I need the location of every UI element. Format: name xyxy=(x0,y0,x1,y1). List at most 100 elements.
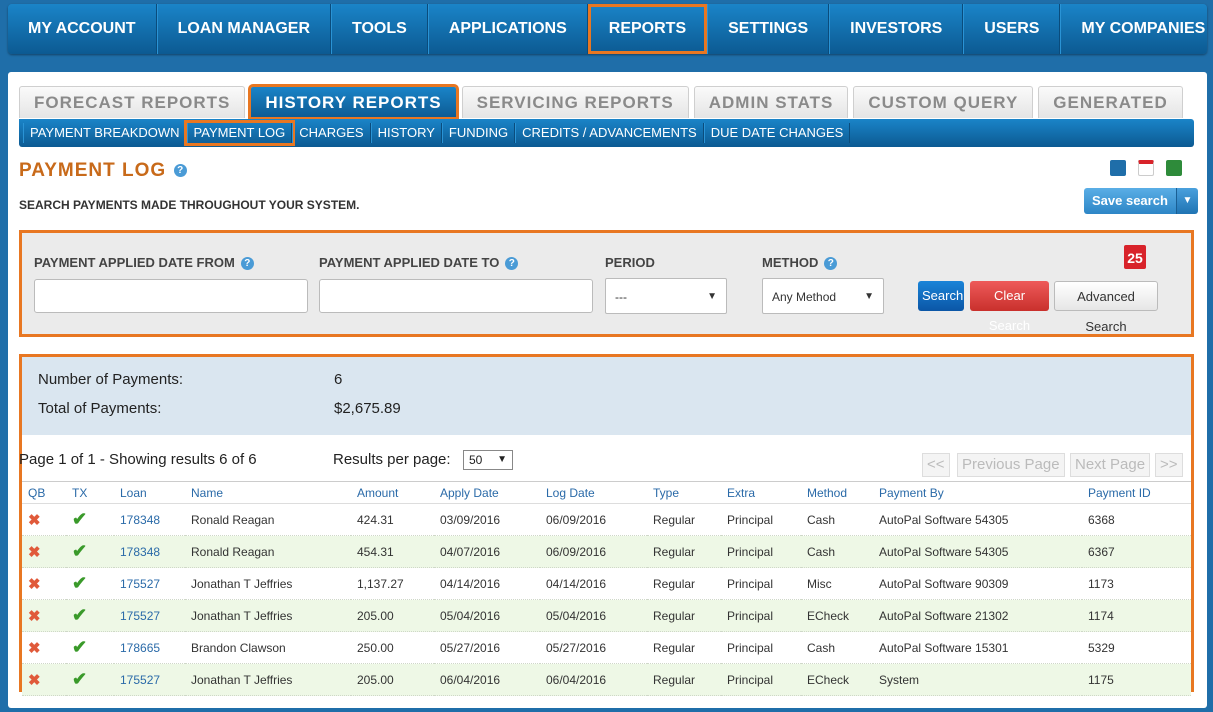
log-date-cell: 05/27/2016 xyxy=(540,631,647,664)
col-loan[interactable]: Loan xyxy=(114,481,185,504)
date-to-input[interactable] xyxy=(319,279,593,313)
apply-date-cell: 05/27/2016 xyxy=(434,631,540,664)
col-payment-id[interactable]: Payment ID xyxy=(1082,481,1191,504)
pdf-icon[interactable] xyxy=(1138,160,1154,176)
previous-page-button[interactable]: Previous Page xyxy=(957,453,1065,477)
x-icon[interactable]: ✖ xyxy=(28,576,41,593)
col-log-date[interactable]: Log Date xyxy=(540,481,647,504)
tx-status-cell: ✔ xyxy=(66,535,114,568)
tab-history-reports[interactable]: HISTORY REPORTS xyxy=(248,84,459,120)
top-nav: MY ACCOUNT LOAN MANAGER TOOLS APPLICATIO… xyxy=(8,4,1213,54)
table-header-row: QB TX Loan Name Amount Apply Date Log Da… xyxy=(22,481,1191,504)
export-tools xyxy=(1110,160,1182,176)
nav-investors[interactable]: INVESTORS xyxy=(829,4,964,54)
nav-settings[interactable]: SETTINGS xyxy=(707,4,830,54)
chevron-down-icon[interactable]: ▼ xyxy=(1175,188,1198,214)
results-summary: Number of Payments: 6 Total of Payments:… xyxy=(22,357,1191,435)
search-button[interactable]: Search xyxy=(918,281,964,311)
subnav-history[interactable]: HISTORY xyxy=(370,123,442,143)
qb-status-cell: ✖ xyxy=(22,567,66,600)
x-icon[interactable]: ✖ xyxy=(28,512,41,529)
tab-forecast-reports[interactable]: FORECAST REPORTS xyxy=(19,86,246,118)
nav-applications[interactable]: APPLICATIONS xyxy=(427,4,588,54)
clear-search-button[interactable]: Clear Search xyxy=(970,281,1049,333)
amount-cell: 205.00 xyxy=(351,663,434,696)
tab-custom-query[interactable]: CUSTOM QUERY xyxy=(853,86,1034,118)
loan-link[interactable]: 175527 xyxy=(114,567,185,600)
tab-admin-stats[interactable]: ADMIN STATS xyxy=(693,86,849,118)
loan-link[interactable]: 175527 xyxy=(114,599,185,632)
report-tabs: FORECAST REPORTS HISTORY REPORTS SERVICI… xyxy=(19,84,1183,120)
help-icon[interactable]: ? xyxy=(240,257,254,271)
col-tx[interactable]: TX xyxy=(66,481,114,504)
x-icon[interactable]: ✖ xyxy=(28,672,41,689)
qb-status-cell: ✖ xyxy=(22,663,66,696)
main-panel: FORECAST REPORTS HISTORY REPORTS SERVICI… xyxy=(8,72,1207,708)
subnav-funding[interactable]: FUNDING xyxy=(441,123,516,143)
nav-my-account[interactable]: MY ACCOUNT xyxy=(8,4,157,54)
apply-date-cell: 06/04/2016 xyxy=(434,663,540,696)
nav-loan-manager[interactable]: LOAN MANAGER xyxy=(156,4,331,54)
loan-link[interactable]: 178665 xyxy=(114,631,185,664)
check-icon: ✔ xyxy=(72,573,88,593)
name-cell: Jonathan T Jeffries xyxy=(185,599,351,632)
col-apply-date[interactable]: Apply Date xyxy=(434,481,540,504)
type-cell: Regular xyxy=(647,567,721,600)
col-qb[interactable]: QB xyxy=(22,481,66,504)
payment-id-cell: 6368 xyxy=(1082,503,1191,536)
chevron-down-icon: ▼ xyxy=(497,454,507,465)
subnav-payment-log[interactable]: PAYMENT LOG xyxy=(183,120,296,146)
tab-generated[interactable]: GENERATED xyxy=(1038,86,1183,118)
name-cell: Brandon Clawson xyxy=(185,631,351,664)
chevron-down-icon: ▼ xyxy=(707,291,717,302)
col-method[interactable]: Method xyxy=(801,481,873,504)
save-search-button[interactable]: Save search ▼ xyxy=(1084,188,1198,214)
loan-link[interactable]: 178348 xyxy=(114,503,185,536)
date-to-label: PAYMENT APPLIED DATE TO? xyxy=(319,255,519,271)
next-page-button[interactable]: Next Page xyxy=(1070,453,1151,477)
loan-link[interactable]: 178348 xyxy=(114,535,185,568)
subnav-credits-advancements[interactable]: CREDITS / ADVANCEMENTS xyxy=(515,123,704,143)
subnav-payment-breakdown[interactable]: PAYMENT BREAKDOWN xyxy=(23,123,187,143)
calendar-icon[interactable]: 25 xyxy=(1124,245,1146,269)
payment-by-cell: AutoPal Software 15301 xyxy=(873,631,1082,664)
col-type[interactable]: Type xyxy=(647,481,721,504)
method-cell: Cash xyxy=(801,535,873,568)
print-icon[interactable] xyxy=(1110,160,1126,176)
help-icon[interactable]: ? xyxy=(505,257,519,271)
first-page-button[interactable]: << xyxy=(922,453,950,477)
excel-icon[interactable] xyxy=(1166,160,1182,176)
extra-cell: Principal xyxy=(721,567,801,600)
method-select[interactable]: Any Method ▼ xyxy=(762,278,884,314)
date-from-input[interactable] xyxy=(34,279,308,313)
subnav-due-date-changes[interactable]: DUE DATE CHANGES xyxy=(703,123,851,143)
x-icon[interactable]: ✖ xyxy=(28,544,41,561)
nav-reports[interactable]: REPORTS xyxy=(587,4,708,54)
col-amount[interactable]: Amount xyxy=(351,481,434,504)
table-row: ✖ ✔ 178665 Brandon Clawson 250.00 05/27/… xyxy=(22,631,1191,664)
nav-tools[interactable]: TOOLS xyxy=(331,4,428,54)
help-icon[interactable]: ? xyxy=(824,257,838,271)
subnav-charges[interactable]: CHARGES xyxy=(292,123,371,143)
col-extra[interactable]: Extra xyxy=(721,481,801,504)
nav-users[interactable]: USERS xyxy=(963,4,1061,54)
tab-servicing-reports[interactable]: SERVICING REPORTS xyxy=(461,86,689,118)
qb-status-cell: ✖ xyxy=(22,631,66,664)
qb-status-cell: ✖ xyxy=(22,599,66,632)
last-page-button[interactable]: >> xyxy=(1155,453,1183,477)
tx-status-cell: ✔ xyxy=(66,567,114,600)
x-icon[interactable]: ✖ xyxy=(28,608,41,625)
table-row: ✖ ✔ 178348 Ronald Reagan 454.31 04/07/20… xyxy=(22,535,1191,568)
results-per-page-select[interactable]: 50 ▼ xyxy=(463,450,513,470)
loan-link[interactable]: 175527 xyxy=(114,663,185,696)
x-icon[interactable]: ✖ xyxy=(28,640,41,657)
col-payment-by[interactable]: Payment By xyxy=(873,481,1082,504)
method-label-text: METHOD xyxy=(762,255,819,270)
save-search-label[interactable]: Save search xyxy=(1084,188,1176,214)
help-icon[interactable]: ? xyxy=(174,164,188,178)
col-name[interactable]: Name xyxy=(185,481,351,504)
period-select[interactable]: --- ▼ xyxy=(605,278,727,314)
advanced-search-button[interactable]: Advanced Search xyxy=(1054,281,1158,334)
payment-id-cell: 5329 xyxy=(1082,631,1191,664)
nav-my-companies[interactable]: MY COMPANIES xyxy=(1060,4,1213,54)
